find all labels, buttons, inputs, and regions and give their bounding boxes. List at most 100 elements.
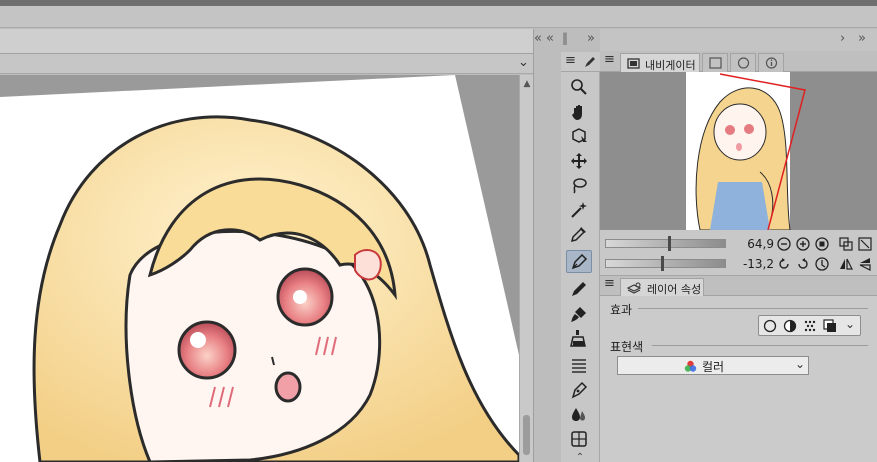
object-icon (572, 127, 587, 143)
left-eye (177, 320, 237, 380)
expression-color-value: 컬러 (702, 360, 725, 374)
toolbar-more-icon[interactable]: ⌃ (571, 452, 589, 462)
info-icon (765, 57, 778, 69)
expression-color-label: 표현색 (610, 340, 644, 354)
tab-material[interactable] (730, 53, 756, 72)
zoom-slider-thumb[interactable] (668, 236, 671, 251)
hand-tool[interactable] (566, 100, 592, 123)
fit-navigator-icon[interactable] (858, 237, 872, 251)
pencil-icon (572, 281, 586, 296)
rotate-value: -13,2 (742, 257, 774, 271)
collapse-left-icon-2[interactable]: « (546, 31, 554, 46)
extract-line-icon[interactable] (783, 319, 797, 333)
canvas-artwork (0, 75, 519, 462)
auto-select-tool[interactable] (566, 198, 592, 221)
tool-menu-icon[interactable]: ≡ (565, 53, 576, 68)
expression-color-divider (652, 345, 868, 346)
tab-navigator[interactable]: 내비게이터 (620, 53, 700, 72)
scroll-up-icon[interactable]: ▲ (520, 79, 534, 89)
effect-divider (638, 308, 868, 309)
canvas-dropdown-icon[interactable]: ⌄ (518, 55, 529, 70)
tool-palette: ⌃ (561, 72, 600, 462)
panel-divider[interactable] (533, 29, 560, 462)
pen-tool[interactable] (566, 250, 592, 273)
layer-property-tab-label: 레이어 속성 (647, 283, 702, 296)
gradient-lines-icon (572, 358, 586, 373)
fill-tool[interactable] (566, 326, 592, 349)
effect-label: 효과 (610, 303, 633, 317)
left-eye-highlight (190, 332, 206, 348)
zoom-icon (571, 78, 587, 95)
expand-right-icon-2[interactable]: » (858, 31, 866, 46)
fountain-pen-icon (571, 381, 588, 398)
canvas-vertical-scrollbar[interactable]: ▲ (519, 75, 533, 462)
ruler-tool[interactable] (566, 427, 592, 450)
hand-icon (572, 104, 582, 120)
navigator-thumbnail (686, 72, 806, 230)
fit-window-icon[interactable] (839, 237, 853, 251)
blend-tool[interactable] (566, 402, 592, 425)
lasso-select-tool[interactable] (566, 173, 592, 196)
layer-property-menu-icon[interactable]: ≡ (604, 276, 615, 291)
border-effect-icon[interactable] (763, 319, 777, 333)
navigator-preview[interactable] (600, 72, 877, 230)
canvas-tab-bar (0, 29, 533, 54)
zoom-in-icon[interactable] (796, 237, 810, 251)
panel-grip-icon[interactable]: ‖ (562, 31, 568, 45)
zoom-slider[interactable] (605, 239, 726, 248)
pen-icon (571, 253, 588, 269)
reset-rotation-icon[interactable] (815, 257, 829, 271)
layer-property-body: 효과 ⌄ 표현색 컬러 ⌄ (600, 296, 877, 462)
canvas-sub-bar: ⌄ (0, 54, 533, 74)
canvas-viewport[interactable] (0, 75, 519, 462)
rotate-right-icon[interactable] (796, 257, 810, 271)
flip-vertical-icon[interactable] (858, 257, 872, 271)
mouth (274, 371, 302, 403)
tab-sub-view[interactable] (702, 53, 728, 72)
pen-tool-header-icon (585, 57, 595, 67)
magic-wand-icon (571, 201, 587, 218)
rotate-slider-thumb[interactable] (661, 256, 664, 271)
fill-bucket-icon (570, 329, 586, 347)
command-bar (0, 6, 877, 28)
zoom-tool[interactable] (566, 75, 592, 98)
object-tool[interactable] (566, 124, 592, 147)
color-mode-icon (684, 360, 697, 372)
tab-layer-property[interactable]: 레이어 속성 (620, 278, 704, 296)
rotate-left-icon[interactable] (777, 257, 791, 271)
effect-dropdown-icon[interactable]: ⌄ (845, 317, 855, 331)
hair-ribbon (354, 249, 382, 281)
vector-pen-tool[interactable] (566, 378, 592, 401)
eyedropper-tool[interactable] (566, 222, 592, 245)
brush-tool[interactable] (566, 302, 592, 325)
navigator-controls: 64,9 -13,2 (600, 230, 877, 276)
chevron-down-icon: ⌄ (795, 357, 806, 371)
tone-effect-icon[interactable] (803, 319, 817, 333)
layer-color-icon[interactable] (823, 319, 837, 333)
actual-size-icon[interactable] (815, 237, 829, 251)
grid-ruler-icon (571, 430, 587, 447)
pencil-tool[interactable] (566, 277, 592, 300)
navigator-tab-label: 내비게이터 (645, 59, 696, 72)
scrollbar-thumb[interactable] (523, 415, 530, 455)
zoom-out-icon[interactable] (777, 237, 791, 251)
brush-icon (571, 306, 586, 322)
navigator-menu-icon[interactable]: ≡ (604, 52, 615, 67)
flip-horizontal-icon[interactable] (839, 257, 853, 271)
navigator-tab-icon (627, 58, 640, 69)
move-layer-tool[interactable] (566, 149, 592, 172)
zoom-value: 64,9 (747, 237, 774, 251)
right-panel-header (600, 29, 877, 51)
expression-color-select[interactable]: 컬러 ⌄ (617, 356, 809, 375)
tab-info[interactable] (758, 53, 784, 72)
expand-right-icon[interactable]: » (587, 31, 595, 46)
collapse-right-icon[interactable]: › (840, 31, 845, 46)
tool-palette-header: ≡ (561, 52, 600, 72)
effect-button-group: ⌄ (758, 315, 861, 336)
gradient-tool[interactable] (566, 353, 592, 376)
lasso-icon (573, 177, 587, 194)
rotate-slider[interactable] (605, 259, 726, 268)
collapse-left-icon[interactable]: « (534, 31, 542, 46)
drops-icon (572, 407, 585, 421)
sub-view-icon (709, 57, 722, 69)
